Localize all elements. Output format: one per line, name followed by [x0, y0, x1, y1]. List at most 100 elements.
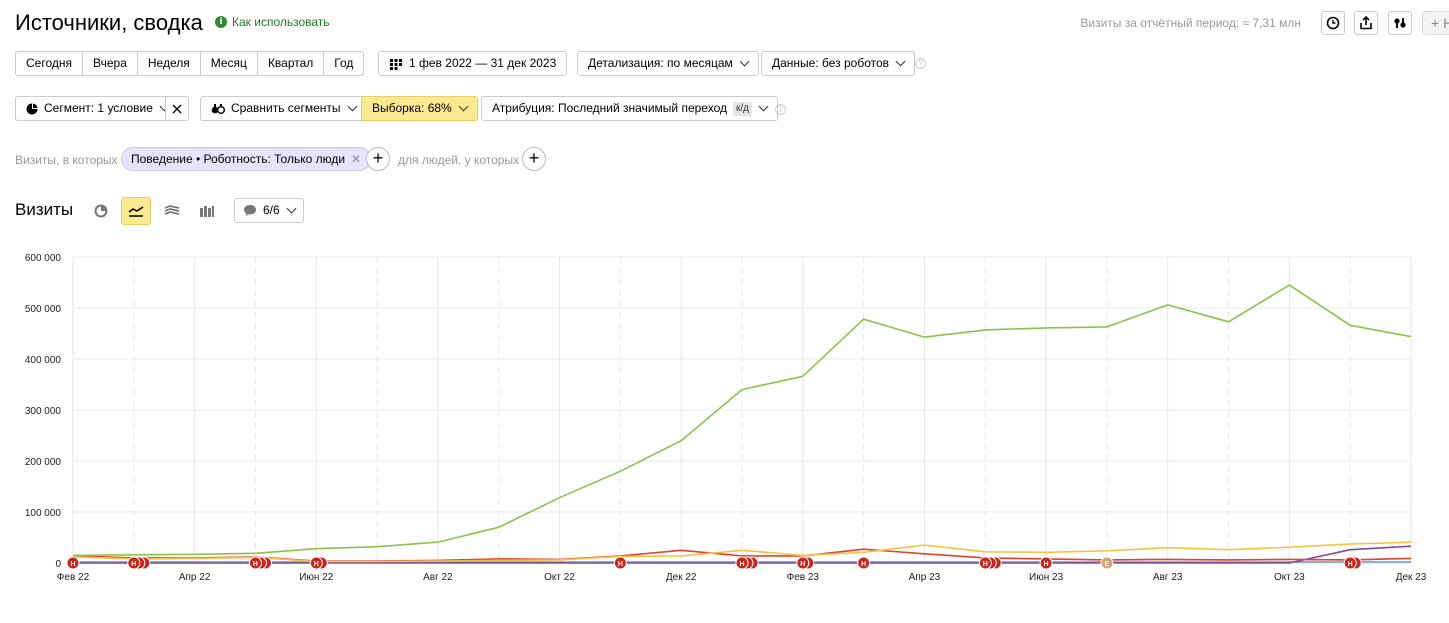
x-tick-label: Окт 23 — [1274, 572, 1305, 583]
compare-label: Сравнить сегменты — [231, 101, 341, 115]
filter-chip[interactable]: Поведение • Роботность: Только люди ✕ — [121, 147, 372, 171]
annotation-marker[interactable]: Н — [735, 556, 749, 570]
view-bar-button[interactable] — [192, 197, 222, 225]
annotation-marker[interactable]: Н — [66, 556, 80, 570]
period-today-button[interactable]: Сегодня — [15, 51, 83, 76]
date-range-button[interactable]: 1 фев 2022 — 31 дек 2023 — [378, 51, 568, 76]
export-icon — [1360, 16, 1372, 30]
help-icon[interactable]: ? — [915, 58, 926, 69]
segment-label: Сегмент: 1 условие — [44, 101, 153, 115]
calendar-icon — [390, 58, 402, 70]
y-tick-label: 500 000 — [25, 304, 62, 315]
filter-label: Визиты, в которых — [15, 153, 118, 167]
clock-icon — [1326, 16, 1340, 30]
period-month-button[interactable]: Месяц — [199, 51, 258, 76]
sample-label: Выборка: 68% — [372, 101, 452, 115]
annotation-label: Н — [983, 561, 988, 568]
period-year-button[interactable]: Год — [323, 51, 365, 76]
annotation-marker[interactable]: Е — [1100, 556, 1114, 570]
notes-count: 6/6 — [263, 203, 280, 217]
x-tick-label: Июн 23 — [1029, 572, 1064, 583]
y-tick-label: 0 — [55, 559, 61, 570]
data-mode-label: Данные: без роботов — [772, 56, 890, 70]
annotation-marker[interactable]: Н — [978, 556, 992, 570]
x-tick-label: Фев 23 — [787, 572, 820, 583]
annotation-marker[interactable]: Н — [127, 556, 141, 570]
annotation-label: Н — [1044, 561, 1049, 568]
y-tick-label: 600 000 — [25, 253, 62, 264]
pie-chart-icon — [94, 204, 108, 218]
x-tick-label: Апр 23 — [909, 572, 941, 583]
annotation-marker[interactable]: Н — [309, 556, 323, 570]
how-to-use-link[interactable]: i Как использовать — [215, 15, 330, 29]
data-mode-dropdown[interactable]: Данные: без роботов — [761, 51, 916, 76]
annotation-label: Н — [800, 561, 805, 568]
clear-segment-button[interactable] — [165, 96, 189, 121]
visits-line-chart: 0 100 000 200 000 300 000 400 000 500 000 600 … — [25, 253, 1427, 583]
annotation-label: Н — [131, 561, 136, 568]
y-tick-label: 400 000 — [25, 355, 62, 366]
annotation-marker[interactable]: Н — [1039, 556, 1053, 570]
detail-dropdown[interactable]: Детализация: по месяцам — [577, 51, 759, 76]
annotation-label: Н — [70, 561, 75, 568]
sample-dropdown[interactable]: Выборка: 68% — [361, 96, 478, 121]
comment-icon — [244, 205, 256, 216]
chart-section-title: Визиты — [15, 200, 74, 219]
y-tick-label: 100 000 — [25, 508, 62, 519]
x-tick-label: Июн 22 — [299, 572, 334, 583]
segment-dropdown[interactable]: Сегмент: 1 условие — [15, 96, 177, 121]
add-visit-filter-button[interactable]: + — [366, 147, 390, 171]
annotation-marker[interactable]: Н — [1343, 556, 1357, 570]
compare-segments-dropdown[interactable]: Сравнить сегменты — [200, 96, 367, 121]
people-filter-label: для людей, у которых — [398, 153, 520, 167]
annotation-marker[interactable]: Н — [248, 556, 262, 570]
attribution-label: Атрибуция: Последний значимый переход — [492, 101, 727, 115]
info-icon: i — [215, 16, 227, 28]
line-chart-icon — [128, 206, 144, 217]
add-people-filter-button[interactable]: + — [522, 147, 546, 171]
x-tick-label: Дек 23 — [1396, 572, 1427, 583]
annotation-label: Н — [618, 561, 623, 568]
date-range-label: 1 фев 2022 — 31 дек 2023 — [409, 56, 557, 70]
detail-label: Детализация: по месяцам — [588, 56, 733, 70]
attribution-dropdown[interactable]: Атрибуция: Последний значимый переход к/… — [481, 96, 778, 121]
how-to-use-label: Как использовать — [232, 15, 330, 29]
annotation-label: Н — [253, 561, 258, 568]
x-tick-label: Окт 22 — [544, 572, 575, 583]
export-button[interactable] — [1354, 11, 1378, 35]
close-icon — [172, 104, 182, 113]
close-icon[interactable]: ✕ — [351, 148, 361, 170]
attribution-badge: к/д — [732, 101, 752, 116]
segments-icon — [1394, 18, 1406, 28]
bar-chart-icon — [200, 206, 214, 217]
chevron-down-icon — [286, 203, 297, 214]
y-tick-label: 300 000 — [25, 406, 62, 417]
chevron-down-icon — [458, 101, 469, 112]
history-button[interactable] — [1321, 11, 1345, 35]
notes-dropdown[interactable]: 6/6 — [234, 198, 304, 223]
period-quarter-button[interactable]: Квартал — [256, 51, 325, 76]
compare-icon — [211, 103, 225, 114]
annotation-marker[interactable]: Н — [796, 556, 810, 570]
x-tick-label: Апр 22 — [179, 572, 211, 583]
settings-button[interactable] — [1388, 11, 1412, 35]
period-week-button[interactable]: Неделя — [136, 51, 201, 76]
chevron-down-icon — [347, 101, 357, 112]
chevron-down-icon — [739, 56, 750, 67]
help-icon[interactable]: ? — [775, 104, 786, 115]
period-yesterday-button[interactable]: Вчера — [82, 51, 138, 76]
annotation-marker[interactable]: Н — [613, 556, 627, 570]
annotation-label: Н — [861, 561, 866, 568]
annotation-label: Н — [1348, 561, 1353, 568]
annotation-label: Н — [739, 561, 744, 568]
view-line-button[interactable] — [121, 197, 151, 225]
chevron-down-icon — [895, 56, 906, 67]
chevron-down-icon — [758, 101, 769, 112]
x-tick-label: Авг 22 — [423, 572, 453, 583]
annotation-label: Н — [314, 561, 319, 568]
x-tick-label: Фев 22 — [57, 572, 90, 583]
view-area-button[interactable] — [157, 197, 187, 225]
add-button[interactable]: + Н — [1422, 11, 1449, 35]
annotation-marker[interactable]: Н — [857, 556, 871, 570]
view-pie-button[interactable] — [86, 197, 116, 225]
